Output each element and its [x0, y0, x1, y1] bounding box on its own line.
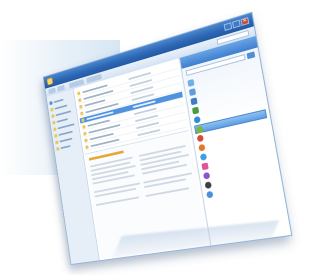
- folder-icon: [55, 140, 58, 144]
- preview-text-line: [145, 187, 189, 197]
- folder-icon: [54, 133, 57, 137]
- sidebar-item-label: [59, 137, 72, 142]
- user-icon: [187, 79, 194, 87]
- globe-icon: [194, 116, 201, 124]
- folder-icon: [84, 138, 87, 142]
- home-icon: [49, 101, 52, 105]
- sidebar-item-label: [56, 110, 72, 116]
- folder-icon: [80, 111, 83, 115]
- preview-text-line: [96, 196, 139, 206]
- folder-icon: [77, 91, 80, 95]
- heart-icon: [201, 162, 208, 170]
- folder-icon: [81, 118, 84, 122]
- chart-icon: [192, 107, 199, 115]
- circle-icon: [200, 153, 207, 161]
- sidebar-item-label: [58, 130, 72, 135]
- folder-icon: [79, 105, 82, 109]
- folder-icon: [50, 107, 53, 111]
- close-button[interactable]: ✕: [240, 17, 249, 26]
- sidebar-item-label: [56, 118, 67, 123]
- monitor-icon: [190, 97, 197, 105]
- circle-icon: [203, 172, 210, 180]
- circle-icon: [197, 134, 204, 142]
- folder-icon: [56, 147, 59, 151]
- app-logo-icon: [47, 77, 53, 85]
- folder-icon: [83, 132, 86, 136]
- sidebar-item-label: [54, 98, 64, 102]
- folder-icon: [82, 125, 85, 129]
- folder-icon: [51, 114, 54, 118]
- folder-icon: [78, 98, 81, 102]
- sidebar-item-label: [55, 104, 68, 109]
- minimize-button[interactable]: [224, 22, 233, 31]
- folder-icon: [85, 145, 88, 149]
- launcher-search-button[interactable]: [247, 51, 256, 59]
- user-icon: [189, 88, 196, 96]
- circle-icon: [205, 181, 212, 189]
- sidebar-item-label: [60, 145, 70, 149]
- globe-icon: [198, 144, 205, 152]
- folder-icon: [52, 120, 55, 124]
- maximize-button[interactable]: [232, 20, 241, 29]
- folder-icon: [53, 127, 56, 131]
- circle-icon: [206, 191, 213, 199]
- sidebar-item[interactable]: [56, 143, 71, 151]
